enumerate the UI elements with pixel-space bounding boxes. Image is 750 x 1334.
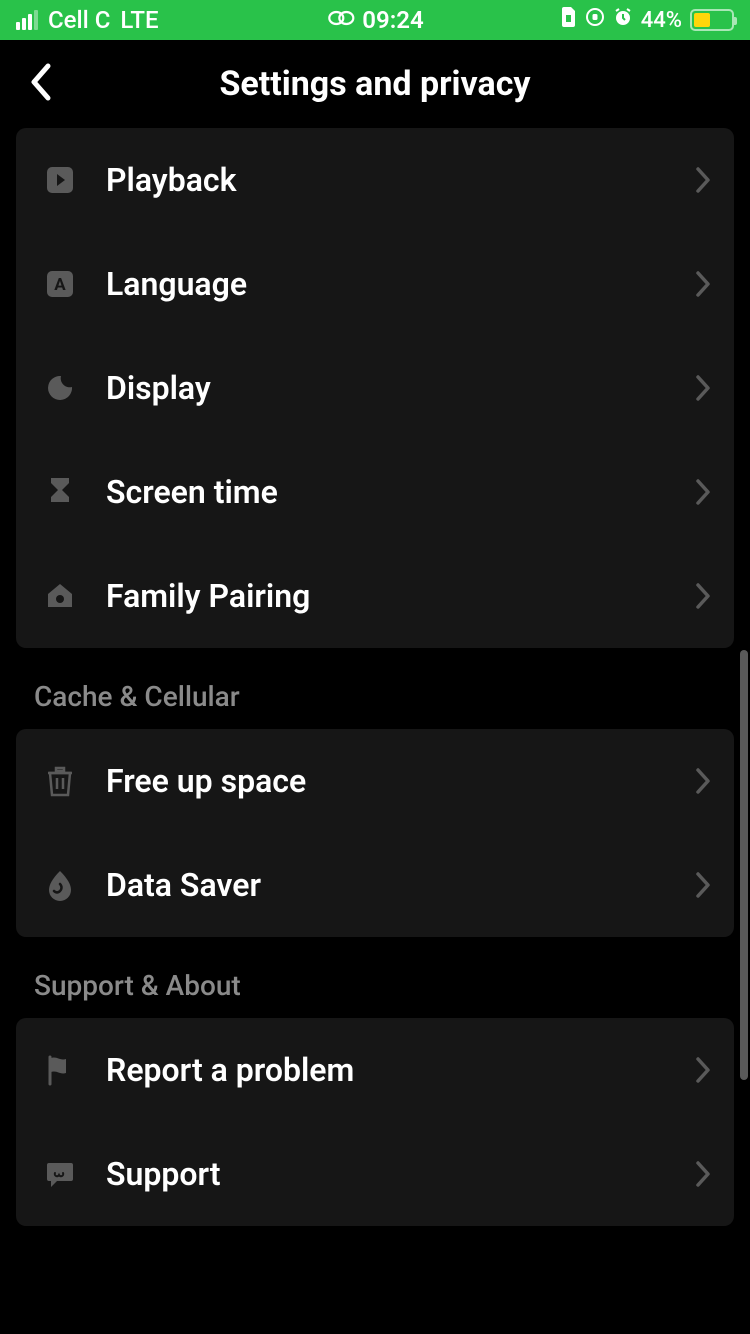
section-support: Report a problem Support [16,1018,734,1226]
row-label: Report a problem [106,1051,354,1089]
settings-row-support[interactable]: Support [16,1122,734,1226]
scrollbar[interactable] [740,650,748,1080]
section-header-cache: Cache & Cellular [0,648,750,729]
chevron-right-icon [694,870,712,900]
time-label: 09:24 [362,6,423,34]
status-center: 09:24 [326,6,423,34]
trash-icon [38,759,82,803]
battery-icon [690,9,734,31]
section-general: Playback A Language Display [16,128,734,648]
row-label: Support [106,1155,221,1193]
section-header-support: Support & About [0,937,750,1018]
status-right: 44% [561,7,734,33]
row-label: Free up space [106,762,306,800]
language-icon: A [38,262,82,306]
svg-text:A: A [54,275,66,295]
chevron-right-icon [694,1159,712,1189]
chevron-right-icon [694,165,712,195]
chevron-right-icon [694,373,712,403]
row-label: Language [106,265,247,303]
display-icon [38,366,82,410]
settings-row-screen-time[interactable]: Screen time [16,440,734,544]
settings-row-report-problem[interactable]: Report a problem [16,1018,734,1122]
data-saver-icon [38,863,82,907]
carrier-label: Cell C [48,6,110,34]
chevron-right-icon [694,766,712,796]
settings-row-data-saver[interactable]: Data Saver [16,833,734,937]
hourglass-icon [38,470,82,514]
signal-icon [16,10,38,30]
chevron-right-icon [694,1055,712,1085]
settings-row-free-up-space[interactable]: Free up space [16,729,734,833]
playback-icon [38,158,82,202]
home-icon [38,574,82,618]
chevron-right-icon [694,581,712,611]
sim-icon [561,7,577,33]
row-label: Data Saver [106,866,261,904]
row-label: Display [106,369,211,407]
page-header: Settings and privacy [0,40,750,128]
status-bar: Cell C LTE 09:24 44% [0,0,750,40]
section-cache: Free up space Data Saver [16,729,734,937]
alarm-icon [613,7,633,33]
rotation-lock-icon [585,7,605,33]
network-label: LTE [120,6,158,34]
settings-row-display[interactable]: Display [16,336,734,440]
chevron-right-icon [694,269,712,299]
page-title: Settings and privacy [219,64,530,104]
settings-row-family-pairing[interactable]: Family Pairing [16,544,734,648]
chat-icon [38,1152,82,1196]
status-left: Cell C LTE [16,6,159,34]
row-label: Family Pairing [106,577,310,615]
row-label: Playback [106,161,236,199]
flag-icon [38,1048,82,1092]
back-button[interactable] [28,62,54,106]
settings-row-language[interactable]: A Language [16,232,734,336]
chevron-right-icon [694,477,712,507]
row-label: Screen time [106,473,278,511]
link-icon [326,6,356,34]
battery-pct-label: 44% [641,8,682,33]
settings-row-playback[interactable]: Playback [16,128,734,232]
